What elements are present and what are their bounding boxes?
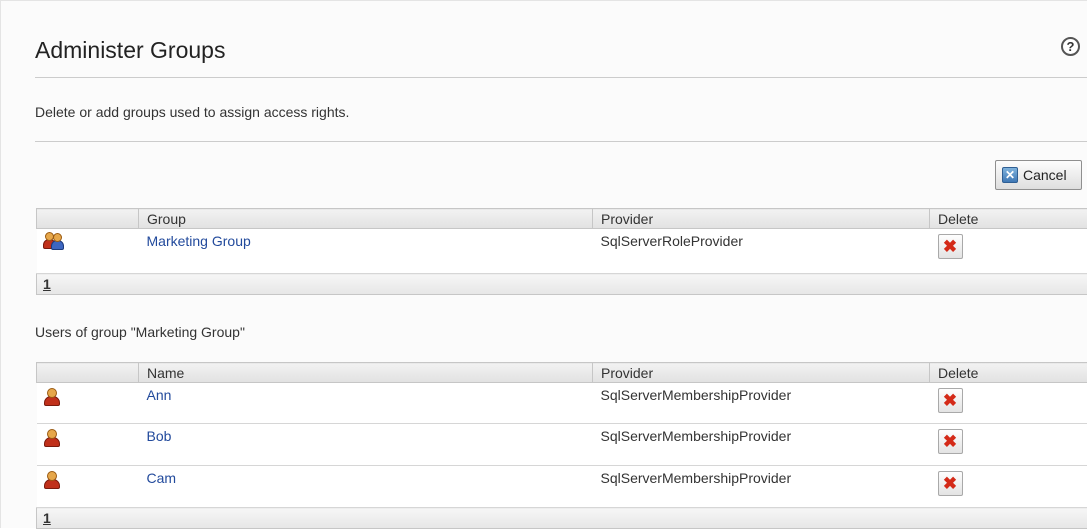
user-icon-cell (37, 466, 139, 508)
user-icon (43, 388, 59, 405)
delete-cell: ✖ (930, 424, 1087, 466)
provider-cell: SqlServerMembershipProvider (593, 466, 930, 508)
group-icon-cell (37, 229, 139, 274)
user-name-cell: Bob (139, 424, 593, 466)
column-header-group[interactable]: Group (139, 209, 593, 229)
column-header-provider[interactable]: Provider (593, 209, 930, 229)
user-link[interactable]: Cam (147, 470, 177, 486)
cancel-button[interactable]: ✕ Cancel (995, 160, 1082, 190)
delete-button[interactable]: ✖ (938, 471, 963, 496)
pager-page-1[interactable]: 1 (43, 510, 51, 526)
table-row: Marketing Group SqlServerRoleProvider ✖ (37, 229, 1087, 274)
user-name-cell: Ann (139, 383, 593, 424)
table-row: Ann SqlServerMembershipProvider ✖ (37, 383, 1087, 424)
column-header-provider[interactable]: Provider (593, 363, 930, 383)
user-link[interactable]: Ann (147, 387, 172, 403)
delete-button[interactable]: ✖ (938, 234, 963, 259)
delete-button[interactable]: ✖ (938, 388, 963, 413)
help-icon[interactable]: ? (1061, 37, 1080, 56)
provider-cell: SqlServerMembershipProvider (593, 424, 930, 466)
page-title: Administer Groups (35, 37, 225, 64)
table-row: Bob SqlServerMembershipProvider ✖ (37, 424, 1087, 466)
user-icon (43, 471, 59, 488)
delete-cell: ✖ (930, 383, 1087, 424)
group-name-cell: Marketing Group (139, 229, 593, 274)
title-divider (35, 77, 1087, 78)
delete-cell: ✖ (930, 229, 1087, 274)
pager-cell: 1 (37, 508, 1087, 529)
users-section-caption: Users of group "Marketing Group" (35, 324, 245, 340)
user-icon-cell (37, 424, 139, 466)
table-row: Cam SqlServerMembershipProvider ✖ (37, 466, 1087, 508)
cancel-button-label: Cancel (1023, 167, 1067, 183)
groups-table-header: Group Provider Delete (37, 209, 1087, 229)
groups-table: Group Provider Delete Marketing Group Sq… (36, 208, 1087, 295)
pager-page-1[interactable]: 1 (43, 276, 51, 292)
user-icon (43, 429, 59, 446)
administer-groups-page: Administer Groups ? Delete or add groups… (0, 0, 1087, 528)
column-header-icon (37, 209, 139, 229)
groups-pager: 1 (37, 274, 1087, 295)
user-link[interactable]: Bob (147, 428, 172, 444)
user-icon-cell (37, 383, 139, 424)
description-divider (35, 141, 1087, 142)
delete-button[interactable]: ✖ (938, 429, 963, 454)
group-icon (43, 232, 63, 249)
cancel-icon: ✕ (1002, 167, 1018, 183)
column-header-name[interactable]: Name (139, 363, 593, 383)
users-table-header: Name Provider Delete (37, 363, 1087, 383)
delete-cell: ✖ (930, 466, 1087, 508)
column-header-icon (37, 363, 139, 383)
column-header-delete: Delete (930, 363, 1087, 383)
provider-cell: SqlServerRoleProvider (593, 229, 930, 274)
user-name-cell: Cam (139, 466, 593, 508)
users-pager: 1 (37, 508, 1087, 529)
column-header-delete: Delete (930, 209, 1087, 229)
pager-cell: 1 (37, 274, 1087, 295)
users-table: Name Provider Delete Ann SqlServerMember… (36, 362, 1087, 529)
provider-cell: SqlServerMembershipProvider (593, 383, 930, 424)
group-link[interactable]: Marketing Group (147, 233, 251, 249)
page-description: Delete or add groups used to assign acce… (35, 104, 349, 120)
